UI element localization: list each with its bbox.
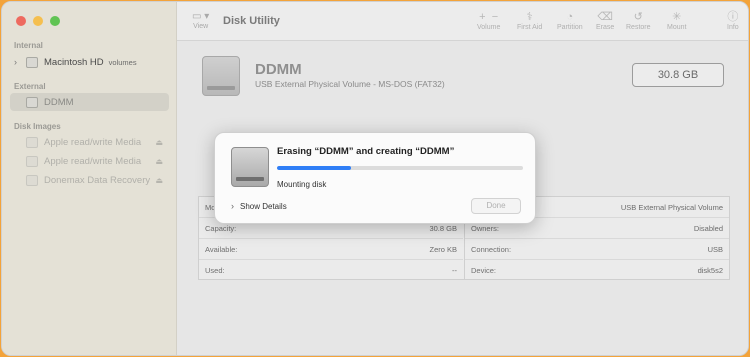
disk-image-icon: [26, 136, 38, 148]
progress-bar-fill: [277, 166, 351, 170]
dialog-title: Erasing “DDMM” and creating “DDMM”: [277, 146, 455, 157]
section-external-heading: External: [14, 82, 46, 91]
sidebar-item-label: Macintosh HD: [44, 56, 104, 68]
show-details-toggle[interactable]: › Show Details: [231, 201, 287, 211]
volume-description: USB External Physical Volume - MS-DOS (F…: [255, 79, 445, 89]
window-controls: [16, 16, 60, 26]
show-details-label: Show Details: [240, 201, 287, 211]
sidebar-item-label: Donemax Data Recovery: [44, 174, 151, 186]
sidebar-item-sublabel: volumes: [108, 57, 137, 67]
sidebar-toggle-icon: ▭ ▾: [192, 11, 210, 22]
dialog-status: Mounting disk: [277, 180, 327, 189]
close-button[interactable]: [16, 16, 26, 26]
sidebar-item-label: DDMM: [44, 96, 74, 108]
sidebar: Internal › Macintosh HD volumes External…: [2, 2, 177, 355]
done-button[interactable]: Done: [471, 198, 521, 214]
sidebar-item-macintosh-hd[interactable]: › Macintosh HD volumes: [10, 53, 169, 71]
sidebar-item-image-2[interactable]: Apple read/write Media ⏏: [10, 152, 169, 170]
volume-disk-icon: [202, 56, 240, 96]
zoom-button[interactable]: [50, 16, 60, 26]
eject-icon[interactable]: ⏏: [155, 176, 163, 185]
remove-volume-icon: −: [491, 11, 499, 23]
disk-image-icon: [26, 155, 38, 167]
progress-bar: [277, 166, 523, 170]
table-row: Device: disk5s2: [471, 266, 723, 275]
external-disk-icon: [231, 147, 269, 187]
mount-button[interactable]: ✳ Mount: [667, 10, 686, 31]
partition-icon: ◔: [566, 11, 574, 23]
partition-button[interactable]: ◔ Partition: [557, 10, 583, 31]
restore-button[interactable]: ↺ Restore: [626, 10, 651, 31]
toolbar: ▭ ▾ View Disk Utility + − Volume ⚕ First…: [177, 2, 748, 41]
add-volume-icon: +: [479, 11, 486, 23]
sidebar-item-label: Apple read/write Media: [44, 136, 142, 148]
table-row: Available: Zero KB: [199, 239, 463, 260]
external-disk-icon: [26, 96, 38, 108]
volume-name: DDMM: [255, 61, 302, 78]
sidebar-item-label: Apple read/write Media: [44, 155, 142, 167]
capacity-badge: 30.8 GB: [632, 63, 724, 87]
app-title: Disk Utility: [223, 15, 280, 27]
sidebar-item-image-1[interactable]: Apple read/write Media ⏏: [10, 133, 169, 151]
erase-progress-dialog: Erasing “DDMM” and creating “DDMM” Mount…: [214, 132, 536, 224]
restore-icon: ↺: [633, 11, 643, 23]
mount-icon: ✳: [672, 11, 682, 23]
internal-disk-icon: [26, 56, 38, 68]
table-row: Connection: USB: [465, 239, 729, 260]
sidebar-item-image-3[interactable]: Donemax Data Recovery ⏏: [10, 171, 169, 189]
view-button[interactable]: ▭ ▾ View: [192, 11, 209, 30]
minimize-button[interactable]: [33, 16, 43, 26]
section-disk-images-heading: Disk Images: [14, 122, 61, 131]
first-aid-button[interactable]: ⚕ First Aid: [517, 10, 542, 31]
erase-icon: ⌫: [597, 11, 613, 23]
eject-icon[interactable]: ⏏: [155, 157, 163, 166]
info-button[interactable]: ⓘ Info: [727, 10, 739, 31]
sidebar-item-ddmm[interactable]: DDMM: [10, 93, 169, 111]
chevron-right-icon: ›: [231, 201, 234, 211]
view-label: View: [193, 23, 209, 30]
section-internal-heading: Internal: [14, 41, 43, 50]
info-icon: ⓘ: [727, 11, 739, 23]
erase-button[interactable]: ⌫ Erase: [596, 10, 614, 31]
disk-image-icon: [26, 174, 38, 186]
stethoscope-icon: ⚕: [526, 11, 533, 23]
eject-icon[interactable]: ⏏: [155, 138, 163, 147]
chevron-right-icon[interactable]: ›: [14, 57, 24, 67]
volume-button[interactable]: + − Volume: [477, 10, 500, 31]
table-row: Used: --: [205, 266, 457, 275]
